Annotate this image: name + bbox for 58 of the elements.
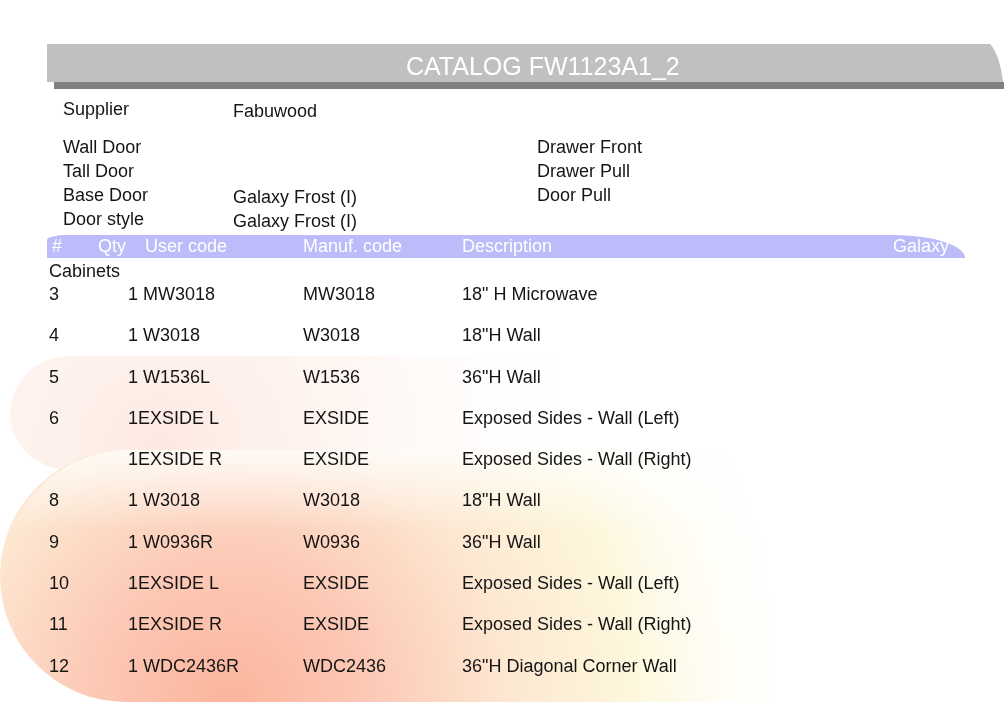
row-number: 8	[49, 490, 59, 511]
item-description: Exposed Sides - Wall (Left)	[462, 407, 680, 428]
manufacturer-code: EXSIDE	[303, 614, 370, 635]
column-header: User code	[145, 236, 228, 256]
manufacturer-code: MW3018	[303, 284, 376, 304]
row-number: 3	[49, 284, 59, 304]
row-number: 11	[49, 614, 68, 635]
manufacturer-code: WDC2436	[303, 655, 387, 676]
item-description: Exposed Sides - Wall (Right)	[462, 614, 692, 635]
item-description: Exposed Sides - Wall (Right)	[462, 449, 692, 470]
column-header: Qty	[98, 236, 126, 256]
manufacturer-code: EXSIDE	[303, 573, 370, 594]
section-label: Cabinets	[49, 261, 121, 281]
detail-label: Door style	[63, 209, 145, 229]
detail-label: Wall Door	[63, 137, 142, 157]
item-description: 36"H Wall	[462, 366, 541, 387]
item-description: 18" H Microwave	[462, 284, 598, 304]
column-header: Galaxy	[893, 236, 950, 256]
user-code: 1 W0936R	[128, 531, 214, 552]
user-code: 1 W3018	[128, 490, 201, 511]
user-code: 1EXSIDE R	[128, 449, 223, 470]
user-code: 1 W3018	[128, 325, 201, 346]
detail-value: Galaxy Frost (I)	[233, 187, 357, 207]
item-description: Exposed Sides - Wall (Left)	[462, 573, 680, 594]
detail-label: Drawer Front	[537, 137, 643, 157]
manufacturer-code: EXSIDE	[303, 449, 370, 470]
detail-label: Base Door	[63, 185, 149, 205]
row-number: 9	[49, 531, 59, 552]
row-number: 10	[49, 573, 70, 594]
manufacturer-code: W1536	[303, 366, 361, 387]
manufacturer-code: W3018	[303, 490, 361, 511]
manufacturer-code: EXSIDE	[303, 407, 370, 428]
detail-label: Tall Door	[63, 161, 135, 181]
column-header: #	[52, 236, 62, 256]
detail-label: Drawer Pull	[537, 161, 631, 181]
user-code: 1 W1536L	[128, 366, 211, 387]
manufacturer-code: W0936	[303, 531, 361, 552]
column-header: Manuf. code	[303, 236, 403, 256]
item-description: 36"H Wall	[462, 531, 541, 552]
row-number: 6	[49, 407, 59, 428]
row-number: 12	[49, 655, 70, 676]
detail-value: Fabuwood	[233, 101, 318, 121]
column-header: Description	[462, 236, 553, 256]
manufacturer-code: W3018	[303, 325, 361, 346]
catalog-title: CATALOG FW1123A1_2	[406, 52, 680, 80]
item-description: 36"H Diagonal Corner Wall	[462, 655, 677, 676]
user-code: 1EXSIDE L	[128, 573, 220, 594]
row-number: 4	[49, 325, 59, 346]
item-description: 18"H Wall	[462, 490, 541, 511]
user-code: 1EXSIDE R	[128, 614, 223, 635]
user-code: 1EXSIDE L	[128, 407, 220, 428]
item-description: 18"H Wall	[462, 325, 541, 346]
detail-label: Door Pull	[537, 185, 612, 205]
row-number: 5	[49, 366, 59, 387]
user-code: 1 WDC2436R	[128, 655, 240, 676]
user-code: 1 MW3018	[128, 284, 216, 304]
detail-label: Supplier	[63, 99, 130, 119]
detail-value: Galaxy Frost (I)	[233, 211, 357, 231]
